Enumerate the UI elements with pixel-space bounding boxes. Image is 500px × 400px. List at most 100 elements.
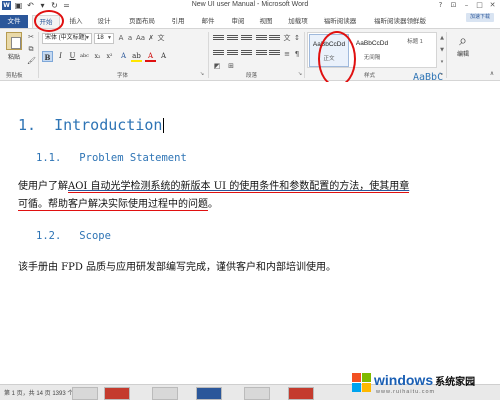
annotation-circle-normal-style	[318, 31, 356, 87]
para-text: 。	[208, 199, 218, 210]
cut-icon[interactable]: ✂	[27, 33, 35, 41]
borders-icon[interactable]: ⊞	[227, 62, 235, 70]
heading-2-scope[interactable]: 1.2. Scope	[36, 230, 111, 242]
styles-scroll[interactable]: ▲ ▼ ▾	[438, 32, 446, 68]
separator	[446, 32, 447, 78]
distributed-icon[interactable]	[269, 49, 280, 58]
strikethrough-button[interactable]: abc	[79, 51, 90, 62]
line-spacing-icon[interactable]: ≡	[283, 50, 291, 58]
font-name-value: 宋体 (中文标题)	[45, 35, 87, 41]
paragraph-purpose[interactable]: 使用户了解AOI 自动光学检测系统的新版本 UI 的使用条件和参数配置的方法，使…	[18, 178, 488, 214]
tab-insert[interactable]: 插入	[64, 15, 88, 28]
taskbar-button[interactable]	[72, 387, 98, 400]
ribbon-display-icon[interactable]: ⊡	[448, 0, 459, 10]
show-marks-icon[interactable]: ¶	[293, 50, 301, 58]
style-name: 无间隔	[363, 55, 381, 61]
change-case-icon[interactable]: Aa	[136, 34, 145, 42]
scroll-up-icon[interactable]: ▲	[438, 32, 446, 44]
align-center-icon[interactable]	[227, 49, 238, 58]
decrease-indent-icon[interactable]	[256, 34, 267, 43]
help-button[interactable]: ?	[435, 0, 446, 10]
tab-page-layout[interactable]: 页面布局	[124, 15, 160, 28]
watermark-url: www.ruihaitu.com	[376, 389, 436, 395]
tab-design[interactable]: 设计	[92, 15, 116, 28]
paste-button[interactable]: 粘贴	[4, 32, 24, 61]
heading-text: Introduction	[54, 116, 163, 134]
tab-review[interactable]: 审阅	[226, 15, 250, 28]
minimize-button[interactable]: –	[461, 0, 472, 10]
heading-number: 1.	[18, 116, 37, 134]
font-name-select[interactable]: 宋体 (中文标题) ▼	[42, 33, 92, 44]
tab-mailings[interactable]: 邮件	[196, 15, 220, 28]
document-page[interactable]: 1. Introduction 1.1. Problem Statement 使用户…	[0, 82, 500, 382]
tab-view[interactable]: 视图	[254, 15, 278, 28]
text-cursor	[163, 118, 165, 133]
superscript-button[interactable]: x²	[104, 51, 115, 62]
tab-foxit-reader-beta[interactable]: 福昕阅读器领鲜版	[368, 15, 432, 28]
grow-font-icon[interactable]: A	[117, 34, 125, 42]
clear-format-icon[interactable]: ✗	[147, 34, 155, 42]
font-color-icon[interactable]: A	[145, 51, 156, 62]
watermark: windows 系统家园 www.ruihaitu.com	[352, 371, 496, 397]
style-heading-1[interactable]: AaBbC 标题 1	[395, 34, 443, 83]
tab-file[interactable]: 文件	[0, 15, 28, 28]
bullets-icon[interactable]	[213, 34, 224, 43]
format-painter-icon[interactable]: 🖌	[27, 57, 36, 65]
justify-icon[interactable]	[256, 49, 267, 58]
close-button[interactable]: ✕	[487, 0, 498, 10]
heading-text: Problem Statement	[79, 152, 187, 164]
editing-label: 编辑	[456, 52, 469, 58]
phonetic-icon[interactable]: 文	[157, 34, 165, 42]
shrink-font-icon[interactable]: a	[126, 34, 134, 42]
tab-foxit-reader[interactable]: 福昕阅读器	[318, 15, 362, 28]
character-shading-icon[interactable]: A	[158, 51, 169, 62]
numbering-icon[interactable]	[227, 34, 238, 43]
title-bar: W ▣ ↶ ▾ ↻ = New UI user Manual - Microso…	[0, 0, 500, 12]
more-styles-icon[interactable]: ▾	[438, 56, 446, 68]
paragraph-dialog-launcher-icon[interactable]: ↘	[296, 70, 304, 78]
increase-indent-icon[interactable]	[269, 34, 280, 43]
separator	[38, 32, 39, 78]
copy-icon[interactable]: ⧉	[27, 45, 35, 53]
font-dialog-launcher-icon[interactable]: ↘	[198, 70, 206, 78]
bold-button[interactable]: B	[42, 51, 53, 62]
watermark-text: windows 系统家园	[374, 372, 476, 388]
underline-button[interactable]: U	[67, 51, 78, 62]
clipboard-group-label: 剪贴板	[6, 73, 23, 79]
heading-1[interactable]: 1. Introduction	[18, 116, 165, 134]
para-text-underlined: AOI 自动光学检测系统的新版本 UI 的使用条件和参数配置的方法，使其用章	[68, 181, 410, 193]
maximize-button[interactable]: □	[474, 0, 485, 10]
status-text: 第 1 页，共 14 页 1393 个字	[4, 391, 80, 397]
subscript-button[interactable]: x₂	[92, 51, 103, 62]
find-icon: ⌕	[459, 33, 467, 49]
highlight-icon[interactable]: ab	[131, 51, 142, 62]
style-name: 标题 1	[407, 39, 423, 45]
paragraph-scope[interactable]: 该手册由 FPD 品质与应用研发部编写完成，谨供客户和内部培训使用。	[18, 259, 488, 277]
multilevel-list-icon[interactable]	[241, 34, 252, 43]
tab-references[interactable]: 引用	[166, 15, 190, 28]
taskbar-button[interactable]	[152, 387, 178, 400]
taskbar-button[interactable]	[104, 387, 130, 400]
font-size-select[interactable]: 18 ▼	[94, 33, 114, 44]
align-left-icon[interactable]	[213, 49, 224, 58]
separator	[208, 32, 209, 78]
login-button[interactable]: 加速下载	[465, 13, 494, 22]
windows-logo-icon	[352, 373, 372, 393]
taskbar-button[interactable]	[196, 387, 222, 400]
para-text-underlined: 可循。帮助客户解决实际使用过程中的问题	[18, 199, 208, 211]
shading-icon[interactable]: ◩	[213, 62, 221, 70]
chinese-layout-icon[interactable]: 文	[283, 34, 291, 42]
sort-icon[interactable]: ↕	[293, 34, 301, 42]
align-right-icon[interactable]	[241, 49, 252, 58]
collapse-ribbon-icon[interactable]: ∧	[488, 70, 496, 78]
taskbar-button[interactable]	[244, 387, 270, 400]
italic-button[interactable]: I	[55, 51, 66, 62]
style-no-spacing[interactable]: AaBbCcDd 无间隔	[352, 34, 392, 67]
text-effects-icon[interactable]: A	[118, 51, 129, 62]
scroll-down-icon[interactable]: ▼	[438, 44, 446, 56]
taskbar-button[interactable]	[288, 387, 314, 400]
styles-dialog-launcher-icon[interactable]: ↘	[437, 70, 445, 78]
editing-button[interactable]: ⌕ 编辑	[448, 33, 478, 58]
tab-addins[interactable]: 加载项	[284, 15, 312, 28]
heading-2-problem[interactable]: 1.1. Problem Statement	[36, 152, 187, 164]
